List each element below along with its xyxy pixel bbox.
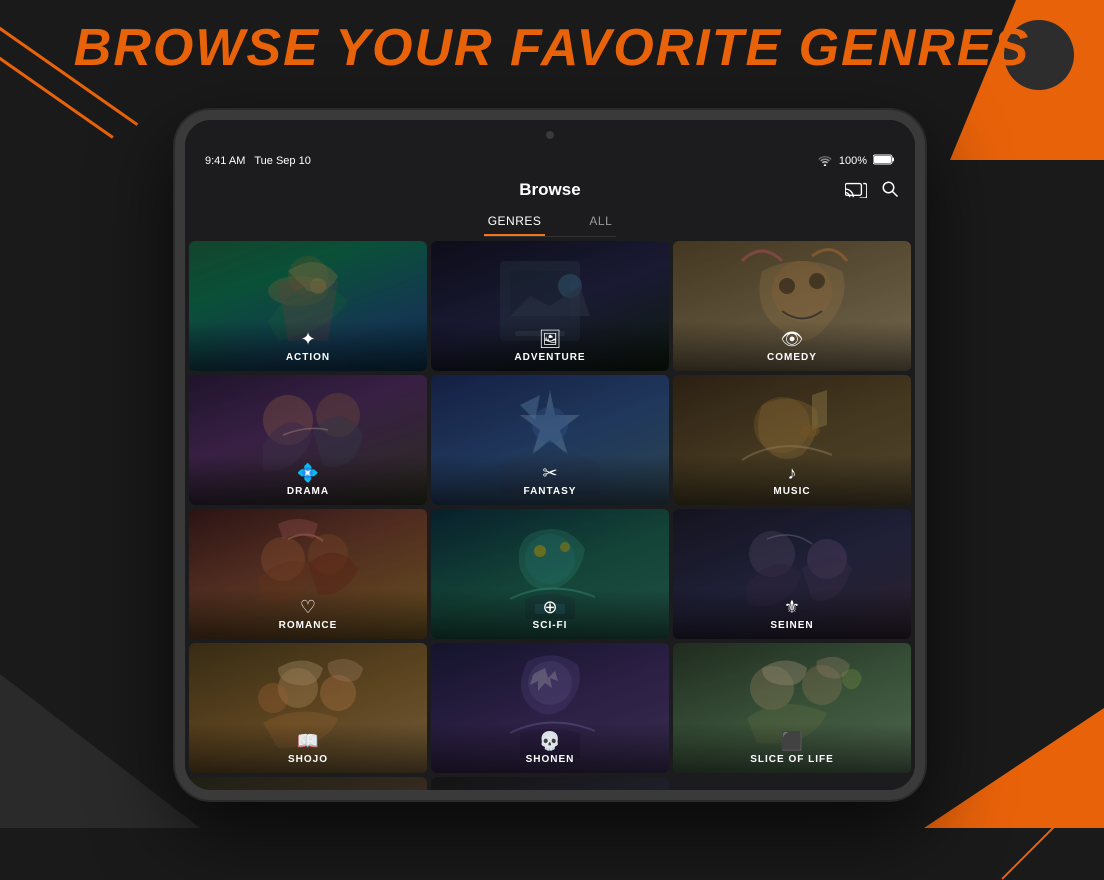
genre-card-sliceoflife[interactable]: ⬛ SLICE OF LIFE [673, 643, 911, 773]
genre-icon-action: ✦ [300, 329, 315, 350]
tablet-camera [546, 131, 554, 139]
genre-card-action[interactable]: ✦ ACTION [189, 241, 427, 371]
genre-card-music[interactable]: ♪ MUSIC [673, 375, 911, 505]
genre-label-drama: DRAMA [287, 486, 329, 497]
wifi-icon [817, 154, 833, 169]
genre-icon-shonen: 💀 [539, 731, 561, 752]
battery-icon [873, 154, 895, 168]
genre-overlay-shojo: 📖 SHOJO [189, 723, 427, 773]
genre-overlay-music: ♪ MUSIC [673, 455, 911, 505]
app-header: Browse GENRES ALL [185, 172, 915, 237]
tabs-container: GENRES ALL [484, 208, 617, 237]
status-time-date: 9:41 AM Tue Sep 10 [205, 155, 311, 167]
genre-icon-scifi: ⊕ [542, 597, 557, 618]
main-headline: BROWSE YOUR FAVORITE GENRES [0, 18, 1104, 78]
genre-label-seinen: SEINEN [770, 620, 813, 631]
genre-icon-seinen: ⚜ [784, 597, 800, 618]
genre-label-shonen: SHONEN [526, 754, 575, 765]
cast-button[interactable] [845, 180, 867, 203]
genre-overlay-sliceoflife: ⬛ SLICE OF LIFE [673, 723, 911, 773]
genre-card-seinen[interactable]: ⚜ SEINEN [673, 509, 911, 639]
genre-card-romance[interactable]: ♡ ROMANCE [189, 509, 427, 639]
genre-grid: ✦ ACTION 🖼 ADVENTURE [185, 237, 915, 797]
genre-card-more1[interactable]: ⊕ [189, 777, 427, 797]
search-button[interactable] [881, 180, 899, 203]
battery-label: 100% [839, 155, 867, 167]
genre-overlay-scifi: ⊕ SCI-FI [431, 589, 669, 639]
genre-card-comedy[interactable]: 👁 COMEDY [673, 241, 911, 371]
genre-card-shojo[interactable]: 📖 SHOJO [189, 643, 427, 773]
status-right: 100% [817, 154, 895, 169]
genre-icon-sliceoflife: ⬛ [781, 731, 803, 752]
genre-card-adventure[interactable]: 🖼 ADVENTURE [431, 241, 669, 371]
bg-lines-right [924, 678, 1104, 828]
genre-overlay-adventure: 🖼 ADVENTURE [431, 321, 669, 371]
genre-icon-adventure: 🖼 [539, 329, 562, 350]
genre-icon-shojo: 📖 [297, 731, 319, 752]
genre-overlay-comedy: 👁 COMEDY [673, 321, 911, 371]
genre-overlay-action: ✦ ACTION [189, 321, 427, 371]
tab-all[interactable]: ALL [585, 208, 616, 236]
genre-bg-more1 [189, 777, 427, 797]
tablet-device: 9:41 AM Tue Sep 10 100% [175, 110, 925, 800]
genre-icon-romance: ♡ [300, 597, 316, 618]
genre-card-more2[interactable]: ⊕ [431, 777, 669, 797]
genre-icon-drama: 💠 [297, 463, 319, 484]
header-icons [845, 180, 899, 203]
status-time: 9:41 AM [205, 155, 245, 167]
genre-label-comedy: COMEDY [767, 352, 817, 363]
genre-overlay-shonen: 💀 SHONEN [431, 723, 669, 773]
genre-card-fantasy[interactable]: ✂ FANTASY [431, 375, 669, 505]
genre-label-music: MUSIC [773, 486, 810, 497]
genre-label-sliceoflife: SLICE OF LIFE [750, 754, 834, 765]
genre-icon-music: ♪ [788, 463, 797, 484]
genre-icon-fantasy: ✂ [542, 463, 557, 484]
genre-label-adventure: ADVENTURE [514, 352, 585, 363]
genre-label-fantasy: FANTASY [524, 486, 577, 497]
genre-bg-more2 [431, 777, 669, 797]
status-date: Tue Sep 10 [254, 155, 310, 167]
genre-overlay-fantasy: ✂ FANTASY [431, 455, 669, 505]
app-title: Browse [519, 180, 580, 200]
status-bar: 9:41 AM Tue Sep 10 100% [185, 150, 915, 172]
genre-card-shonen[interactable]: 💀 SHONEN [431, 643, 669, 773]
tablet-top-bar [185, 120, 915, 150]
genre-overlay-romance: ♡ ROMANCE [189, 589, 427, 639]
genre-label-scifi: SCI-FI [533, 620, 568, 631]
genre-label-shojo: SHOJO [288, 754, 328, 765]
tab-genres[interactable]: GENRES [484, 208, 546, 236]
genre-overlay-drama: 💠 DRAMA [189, 455, 427, 505]
genre-card-drama[interactable]: 💠 DRAMA [189, 375, 427, 505]
genre-overlay-seinen: ⚜ SEINEN [673, 589, 911, 639]
genre-icon-comedy: 👁 [781, 329, 804, 350]
genre-label-romance: ROMANCE [279, 620, 338, 631]
genre-card-scifi[interactable]: ⊕ SCI-FI [431, 509, 669, 639]
genre-label-action: ACTION [286, 352, 330, 363]
